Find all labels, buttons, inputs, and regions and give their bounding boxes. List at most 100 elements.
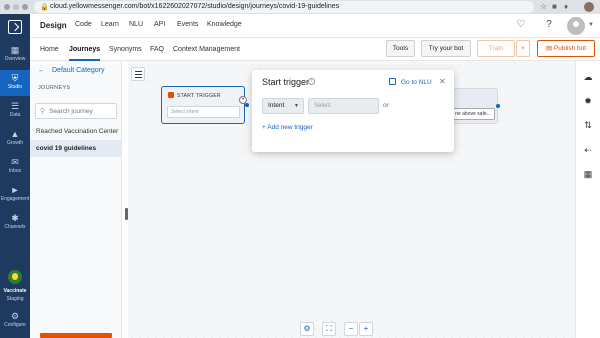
- left-rail: ▦ Overview ⛨ Studio ☰ Data ▲ Growth ✉ In…: [0, 14, 30, 338]
- nav-learn[interactable]: Learn: [101, 21, 119, 28]
- node-output-port[interactable]: [496, 104, 500, 108]
- database-icon: ☰: [10, 101, 20, 111]
- try-bot-button[interactable]: Try your bot: [421, 40, 471, 57]
- nav-knowledge[interactable]: Knowledge: [207, 21, 242, 28]
- trigger-value-select[interactable]: Select: [308, 98, 379, 114]
- grid-icon: ▦: [10, 45, 20, 55]
- rail-item-overview[interactable]: ▦ Overview: [0, 42, 30, 68]
- tab-home[interactable]: Home: [40, 46, 59, 53]
- journey-item[interactable]: Reached Vaccination Center: [30, 123, 122, 140]
- close-icon[interactable]: ✕: [439, 77, 446, 86]
- forward-icon[interactable]: [13, 4, 19, 10]
- chevron-down-icon[interactable]: ▼: [588, 22, 594, 28]
- rail-item-data[interactable]: ☰ Data: [0, 98, 30, 124]
- fit-screen-icon[interactable]: ⛶: [322, 322, 336, 336]
- bot-env: Staging: [6, 296, 24, 302]
- home-icon: [168, 92, 174, 98]
- chevron-down-icon: ▾: [521, 45, 525, 52]
- back-arrow-icon[interactable]: ←: [38, 67, 45, 74]
- profile-avatar[interactable]: [584, 2, 594, 12]
- rail-item-configure[interactable]: ⚙ Configure: [0, 308, 30, 334]
- rail-item-inbox[interactable]: ✉ Inbox: [0, 154, 30, 180]
- right-rail: ☁ ✹ ⇅ ⇠ ▦: [575, 61, 600, 338]
- bookmark-star-icon[interactable]: ☆: [540, 2, 547, 11]
- rail-item-growth[interactable]: ▲ Growth: [0, 126, 30, 152]
- publish-icon: ▤: [545, 45, 554, 52]
- table-icon[interactable]: ▦: [582, 168, 594, 180]
- journey-search-input[interactable]: [49, 106, 115, 117]
- zoom-out-icon[interactable]: −: [344, 322, 358, 336]
- start-trigger-node[interactable]: START TRIGGER Select intent •: [161, 86, 247, 124]
- browser-toolbar: 🔒 cloud.yellowmessenger.com/bot/x1622602…: [0, 0, 600, 14]
- top-nav: Design Code Learn NLU API Events Knowled…: [30, 14, 600, 38]
- gear-icon: ⚙: [10, 311, 20, 321]
- node-quick-reply-button[interactable]: ne above safe...: [451, 108, 495, 120]
- url-text: cloud.yellowmessenger.com/bot/x162260202…: [50, 3, 340, 10]
- node-output-port[interactable]: [245, 103, 249, 107]
- search-icon: ⚲: [40, 108, 46, 115]
- nav-events[interactable]: Events: [177, 21, 198, 28]
- train-button[interactable]: Train: [477, 40, 515, 57]
- node-intent-input[interactable]: Select intent: [167, 106, 240, 118]
- address-bar[interactable]: 🔒 cloud.yellowmessenger.com/bot/x1622602…: [34, 1, 534, 13]
- add-trigger-button[interactable]: + Add new trigger: [262, 124, 313, 131]
- rail-label: Overview: [4, 56, 26, 62]
- journey-sidebar: ← Default Category JOURNEYS ⚲ Reached Va…: [30, 61, 122, 338]
- nav-api[interactable]: API: [154, 21, 165, 28]
- sub-nav: Home Journeys Synonyms FAQ Context Manag…: [30, 38, 600, 61]
- inbox-icon: ✉: [11, 157, 19, 167]
- rail-item-engagement[interactable]: ► Engagement: [0, 182, 30, 208]
- shield-icon: ⛨: [11, 73, 19, 83]
- menu-icon[interactable]: [131, 67, 145, 81]
- tab-context-management[interactable]: Context Management: [173, 46, 240, 53]
- tools-button[interactable]: Tools: [386, 40, 415, 57]
- reload-icon[interactable]: [22, 4, 28, 10]
- journey-search-box: ⚲: [35, 103, 117, 119]
- journeys-heading: JOURNEYS: [38, 85, 71, 91]
- journey-item-active[interactable]: covid 19 guidelines: [30, 140, 122, 157]
- bug-icon[interactable]: ✹: [582, 95, 594, 107]
- rail-item-studio[interactable]: ⛨ Studio: [0, 70, 30, 96]
- sidebar-bottom-button[interactable]: [40, 333, 112, 338]
- app-logo-icon[interactable]: [8, 20, 22, 34]
- rail-label: Channels: [4, 224, 26, 230]
- settings-control-icon[interactable]: ⚙: [300, 322, 314, 336]
- lock-icon: 🔒: [40, 4, 49, 11]
- category-link[interactable]: Default Category: [52, 67, 105, 74]
- start-trigger-popup: Start trigger i Go to NLU ✕ Intent ▼ Sel…: [252, 70, 454, 152]
- tab-faq[interactable]: FAQ: [150, 46, 164, 53]
- trigger-type-select[interactable]: Intent ▼: [262, 98, 304, 114]
- share-icon[interactable]: ⇠: [582, 144, 594, 156]
- share-icon: ✱: [11, 213, 19, 223]
- rail-label: Configure: [4, 322, 26, 328]
- back-icon[interactable]: [4, 4, 10, 10]
- tab-synonyms[interactable]: Synonyms: [109, 46, 142, 53]
- bot-avatar[interactable]: [8, 270, 22, 284]
- trigger-type-value: Intent: [268, 102, 285, 109]
- publish-label: Publish bot: [553, 45, 587, 52]
- bot-name: Vaccinate: [3, 288, 27, 294]
- train-dropdown-button[interactable]: ▾: [516, 40, 530, 57]
- rail-label: Data: [9, 112, 21, 118]
- extension-icon[interactable]: ■: [552, 2, 557, 11]
- user-avatar[interactable]: [567, 17, 585, 35]
- node-title: START TRIGGER: [177, 93, 221, 99]
- megaphone-icon: ►: [10, 185, 20, 195]
- popup-title: Start trigger: [262, 77, 310, 87]
- bell-icon[interactable]: ♡: [515, 19, 527, 31]
- nav-design[interactable]: Design: [40, 21, 67, 30]
- zoom-in-icon[interactable]: +: [359, 322, 373, 336]
- publish-bot-button[interactable]: ▤ Publish bot: [537, 40, 595, 57]
- nav-nlu[interactable]: NLU: [129, 21, 143, 28]
- rail-item-channels[interactable]: ✱ Channels: [0, 210, 30, 236]
- help-icon[interactable]: ?: [543, 19, 555, 31]
- or-label: or: [383, 102, 389, 109]
- translate-icon[interactable]: ☁: [582, 71, 594, 83]
- tab-journeys[interactable]: Journeys: [69, 46, 101, 61]
- go-to-nlu-link[interactable]: Go to NLU: [401, 79, 432, 86]
- nav-code[interactable]: Code: [75, 21, 92, 28]
- puzzle-icon[interactable]: ♦: [564, 2, 568, 11]
- info-icon[interactable]: i: [308, 78, 315, 85]
- sort-icon[interactable]: ⇅: [582, 119, 594, 131]
- rail-label: Engagement: [0, 196, 30, 202]
